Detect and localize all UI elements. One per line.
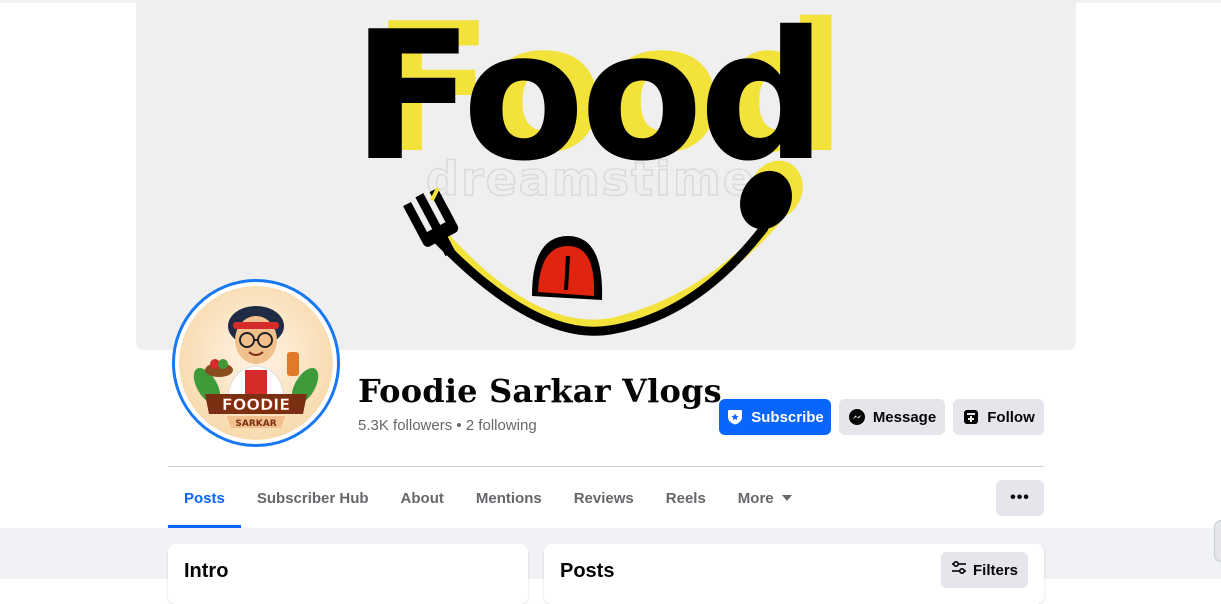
subscribe-label: Subscribe [751,408,824,426]
more-options-button[interactable]: ••• [996,480,1044,516]
page-title: Foodie Sarkar Vlogs [358,372,722,410]
follower-stats[interactable]: 5.3K followers • 2 following [358,417,537,434]
logo-text: Food [352,0,822,200]
tab-posts[interactable]: Posts [168,468,241,528]
profile-tabs: Posts Subscriber Hub About Mentions Revi… [168,468,808,528]
avatar-image: FOODIE SARKAR [179,286,333,440]
header-divider [168,466,1044,467]
subscribe-icon [726,408,744,426]
tongue-line [564,255,570,291]
avatar-brand-line2: SARKAR [235,419,276,429]
tab-about[interactable]: About [385,468,460,528]
tab-reviews[interactable]: Reviews [558,468,650,528]
filters-icon [951,560,967,580]
tab-mentions[interactable]: Mentions [460,468,558,528]
scroll-handle[interactable] [1214,520,1221,562]
intro-title: Intro [184,560,229,582]
message-button[interactable]: Message [839,399,945,435]
messenger-icon [848,408,866,426]
profile-avatar[interactable]: FOODIE SARKAR [172,279,340,447]
tab-subscriber-hub[interactable]: Subscriber Hub [241,468,385,528]
follow-button[interactable]: Follow [953,399,1044,435]
tab-more-label: More [737,489,774,507]
posts-title: Posts [560,560,615,582]
follow-label: Follow [987,408,1035,426]
message-label: Message [872,408,937,426]
filters-button[interactable]: Filters [941,552,1028,588]
avatar-illustration: FOODIE SARKAR [179,286,333,440]
subscribe-button[interactable]: Subscribe [719,399,831,435]
avatar-brand-line1: FOODIE [222,395,290,414]
intro-card: Intro [168,544,528,604]
follow-icon [962,408,980,426]
tab-more[interactable]: More [722,468,808,528]
filters-label: Filters [972,561,1018,579]
posts-card: Posts Filters [544,544,1044,604]
caret-down-icon [781,495,792,501]
tab-reels[interactable]: Reels [650,468,722,528]
